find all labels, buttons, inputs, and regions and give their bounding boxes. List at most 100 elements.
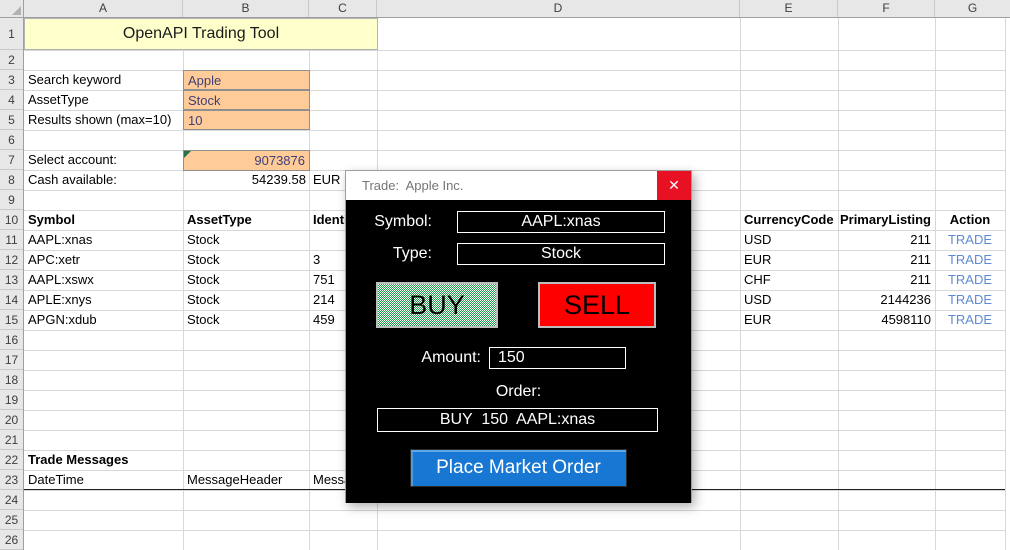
cell-primary-listing: 211 bbox=[838, 230, 931, 250]
cell-primary-listing: 211 bbox=[838, 250, 931, 270]
column-header[interactable]: A bbox=[24, 0, 183, 17]
param-row: Search keyword Apple bbox=[0, 70, 1010, 90]
cell-symbol: AAPL:xswx bbox=[28, 270, 94, 290]
row-headers: 1234567891011121314151617181920212223242… bbox=[0, 18, 24, 550]
cell-identifier: 3 bbox=[313, 250, 320, 270]
row-header[interactable]: 20 bbox=[0, 410, 23, 430]
cell-primary-listing: 211 bbox=[838, 270, 931, 290]
column-headers: ABCDEFG bbox=[24, 0, 1010, 18]
row-header[interactable]: 4 bbox=[0, 90, 23, 110]
cell-primary-listing: 2144236 bbox=[838, 290, 931, 310]
cell-currency-code: USD bbox=[744, 290, 771, 310]
row-header[interactable]: 21 bbox=[0, 430, 23, 450]
select-all-corner[interactable] bbox=[0, 0, 24, 18]
order-label: Order: bbox=[346, 382, 691, 402]
row-header[interactable]: 18 bbox=[0, 370, 23, 390]
param-label: AssetType bbox=[28, 90, 89, 110]
dialog-title-bar[interactable]: Trade: Apple Inc. ✕ bbox=[346, 171, 691, 200]
header-datetime: DateTime bbox=[28, 470, 84, 490]
account-input-cell[interactable]: 9073876 bbox=[183, 150, 310, 171]
param-label: Search keyword bbox=[28, 70, 121, 90]
trade-link[interactable]: TRADE bbox=[935, 230, 1005, 250]
column-header[interactable]: D bbox=[377, 0, 740, 17]
cell-currency-code: EUR bbox=[744, 310, 771, 330]
trade-dialog: Trade: Apple Inc. ✕ Symbol: AAPL:xnas Ty… bbox=[345, 170, 692, 503]
row-header[interactable]: 19 bbox=[0, 390, 23, 410]
row-header[interactable]: 1 bbox=[0, 18, 23, 50]
row-header[interactable]: 14 bbox=[0, 290, 23, 310]
row-header[interactable]: 11 bbox=[0, 230, 23, 250]
row-header[interactable]: 6 bbox=[0, 130, 23, 150]
cell-asset-type: Stock bbox=[187, 270, 220, 290]
row-header[interactable]: 10 bbox=[0, 210, 23, 230]
cell-asset-type: Stock bbox=[187, 230, 220, 250]
row-header[interactable]: 2 bbox=[0, 50, 23, 70]
close-icon: ✕ bbox=[668, 177, 680, 193]
row-header[interactable]: 9 bbox=[0, 190, 23, 210]
type-value-box: Stock bbox=[457, 243, 665, 265]
sell-button[interactable]: SELL bbox=[538, 282, 656, 328]
cash-label: Cash available: bbox=[28, 170, 117, 190]
param-row: AssetType Stock bbox=[0, 90, 1010, 110]
column-header[interactable]: B bbox=[183, 0, 309, 17]
select-all-triangle-icon bbox=[12, 6, 21, 15]
header-symbol: Symbol bbox=[28, 210, 75, 230]
row-header[interactable]: 7 bbox=[0, 150, 23, 170]
trade-link[interactable]: TRADE bbox=[935, 310, 1005, 330]
param-input-cell[interactable]: 10 bbox=[183, 110, 310, 130]
cell-identifier: 751 bbox=[313, 270, 335, 290]
amount-input[interactable]: 150 bbox=[489, 347, 626, 369]
row-header[interactable]: 16 bbox=[0, 330, 23, 350]
cell-primary-listing: 4598110 bbox=[838, 310, 931, 330]
param-input-cell[interactable]: Apple bbox=[183, 70, 310, 90]
cell-asset-type: Stock bbox=[187, 310, 220, 330]
row-header[interactable]: 15 bbox=[0, 310, 23, 330]
trade-link[interactable]: TRADE bbox=[935, 250, 1005, 270]
row-header[interactable]: 22 bbox=[0, 450, 23, 470]
dialog-title: Trade: Apple Inc. bbox=[362, 171, 463, 200]
header-action: Action bbox=[935, 210, 1005, 230]
trade-link[interactable]: TRADE bbox=[935, 290, 1005, 310]
cell-identifier: 459 bbox=[313, 310, 335, 330]
row-header[interactable]: 12 bbox=[0, 250, 23, 270]
cash-value: 54239.58 bbox=[183, 170, 306, 190]
order-summary-box: BUY 150 AAPL:xnas bbox=[377, 408, 658, 432]
header-currency-code: CurrencyCode bbox=[744, 210, 834, 230]
row-header[interactable]: 24 bbox=[0, 490, 23, 510]
header-primary-listing: PrimaryListing bbox=[838, 210, 931, 230]
column-header[interactable]: E bbox=[740, 0, 838, 17]
amount-label: Amount: bbox=[401, 347, 481, 369]
column-header[interactable]: C bbox=[309, 0, 377, 17]
header-asset-type: AssetType bbox=[187, 210, 252, 230]
dialog-body: Symbol: AAPL:xnas Type: Stock BUY SELL A… bbox=[346, 200, 691, 503]
param-row: Results shown (max=10) 10 bbox=[0, 110, 1010, 130]
column-header[interactable]: G bbox=[935, 0, 1010, 17]
close-button[interactable]: ✕ bbox=[657, 171, 691, 200]
param-label: Results shown (max=10) bbox=[28, 110, 171, 130]
cell-symbol: APC:xetr bbox=[28, 250, 80, 270]
cell-identifier: 214 bbox=[313, 290, 335, 310]
trade-messages-title: Trade Messages bbox=[28, 450, 128, 470]
cell-currency-code: CHF bbox=[744, 270, 771, 290]
row-header[interactable]: 8 bbox=[0, 170, 23, 190]
header-message-header: MessageHeader bbox=[187, 470, 282, 490]
row-header[interactable]: 3 bbox=[0, 70, 23, 90]
sheet-title-cell: OpenAPI Trading Tool bbox=[24, 18, 378, 50]
row-header[interactable]: 23 bbox=[0, 470, 23, 490]
row-header[interactable]: 17 bbox=[0, 350, 23, 370]
trade-link[interactable]: TRADE bbox=[935, 270, 1005, 290]
buy-button[interactable]: BUY bbox=[376, 282, 498, 328]
spreadsheet-app: ABCDEFG 12345678910111213141516171819202… bbox=[0, 0, 1010, 550]
account-label: Select account: bbox=[28, 150, 117, 170]
row-header[interactable]: 25 bbox=[0, 510, 23, 530]
cell-symbol: APGN:xdub bbox=[28, 310, 97, 330]
cell-currency-code: EUR bbox=[744, 250, 771, 270]
place-market-order-button[interactable]: Place Market Order bbox=[410, 449, 627, 487]
column-header[interactable]: F bbox=[838, 0, 935, 17]
param-input-cell[interactable]: Stock bbox=[183, 90, 310, 110]
cell-symbol: APLE:xnys bbox=[28, 290, 92, 310]
type-label: Type: bbox=[346, 243, 432, 265]
row-header[interactable]: 5 bbox=[0, 110, 23, 130]
row-header[interactable]: 13 bbox=[0, 270, 23, 290]
row-header[interactable]: 26 bbox=[0, 530, 23, 550]
